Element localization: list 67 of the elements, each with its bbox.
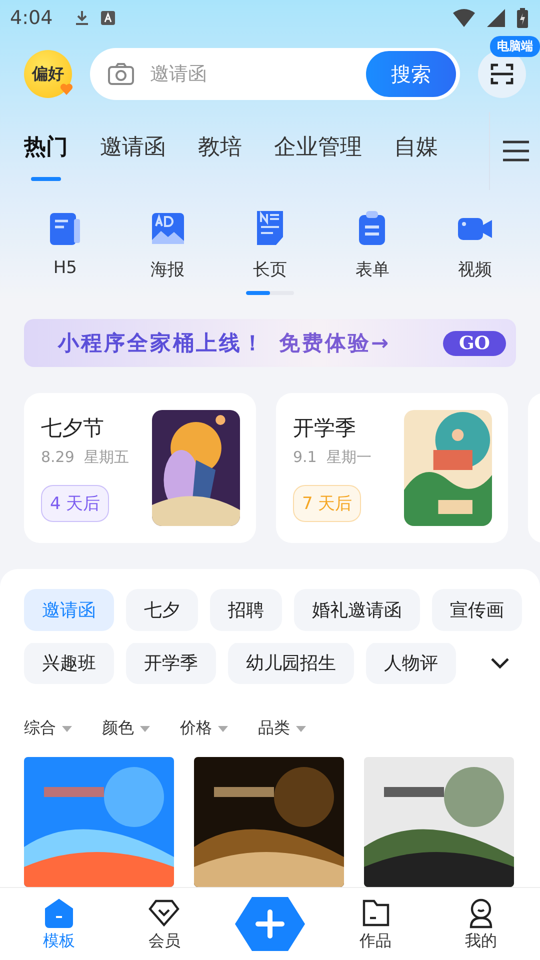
- event-date: 9.1 星期一: [293, 448, 372, 467]
- signal-icon: [487, 9, 505, 27]
- preference-button[interactable]: 偏好: [24, 50, 72, 98]
- event-card[interactable]: 开学季 9.1 星期一 7 天后: [276, 393, 508, 543]
- type-item[interactable]: 表单: [337, 210, 408, 281]
- keyboard-icon: [100, 11, 115, 25]
- wifi-icon: [453, 9, 475, 27]
- search-button[interactable]: 搜索: [366, 51, 456, 97]
- event-title: 七夕节: [41, 415, 105, 442]
- status-time: 4:04: [10, 7, 53, 29]
- category-tab[interactable]: 教培: [198, 120, 242, 182]
- plus-icon: [234, 896, 306, 952]
- type-item[interactable]: 视频: [440, 210, 510, 281]
- category-tab[interactable]: 自媒: [394, 120, 450, 182]
- camera-icon: [108, 63, 134, 85]
- event-card[interactable]: 七夕节 8.29 星期五 4 天后: [24, 393, 256, 543]
- tag-chip[interactable]: 人物评: [366, 642, 456, 684]
- type-label: 视频: [458, 259, 492, 281]
- page-indicator: [246, 291, 294, 295]
- category-tab[interactable]: 企业管理: [274, 120, 362, 182]
- create-button[interactable]: [234, 896, 305, 952]
- battery-icon: [517, 8, 528, 28]
- nav-item[interactable]: 作品: [340, 896, 411, 952]
- countdown-badge: 7 天后: [293, 485, 362, 522]
- type-label: H5: [53, 258, 77, 278]
- filter-dropdown[interactable]: 品类: [258, 718, 306, 739]
- document-icon: [48, 210, 82, 246]
- menu-icon[interactable]: [502, 140, 530, 162]
- tag-chip[interactable]: 开学季: [126, 642, 216, 684]
- banner-text: 小程序全家桶上线！: [58, 330, 265, 357]
- tag-chip[interactable]: 兴趣班: [24, 642, 114, 684]
- filter-dropdown[interactable]: 综合: [24, 718, 72, 739]
- type-item[interactable]: 海报: [132, 210, 203, 281]
- type-label: 表单: [355, 259, 390, 281]
- nav-item[interactable]: 我的: [446, 896, 516, 952]
- type-label: 长页: [252, 259, 287, 281]
- banner-link: 免费体验→: [279, 330, 391, 357]
- heart-icon: [60, 83, 73, 95]
- caret-down-icon: [218, 726, 228, 732]
- image-icon: [150, 210, 185, 246]
- scan-button[interactable]: [478, 50, 526, 98]
- promo-banner[interactable]: 小程序全家桶上线！ 免费体验→ GO: [24, 319, 516, 367]
- tag-chip[interactable]: 婚礼邀请函: [294, 589, 420, 630]
- desktop-badge[interactable]: 电脑端: [490, 36, 540, 57]
- home-icon: [42, 896, 75, 928]
- nav-item[interactable]: 模板: [24, 896, 94, 952]
- nav-item[interactable]: 会员: [129, 896, 200, 952]
- tag-chip[interactable]: 幼儿园招生: [228, 642, 354, 684]
- caret-down-icon: [140, 726, 150, 732]
- tag-chip[interactable]: 招聘: [210, 589, 282, 630]
- event-date: 8.29 星期五: [41, 448, 129, 467]
- category-tab[interactable]: 邀请函: [100, 120, 166, 182]
- type-item[interactable]: 长页: [234, 210, 305, 281]
- scan-icon: [490, 63, 514, 85]
- tag-chip[interactable]: 七夕: [126, 589, 198, 630]
- filter-dropdown[interactable]: 价格: [180, 718, 228, 739]
- caret-down-icon: [62, 726, 72, 732]
- countdown-badge: 4 天后: [41, 485, 110, 522]
- caret-down-icon: [296, 726, 306, 732]
- go-button[interactable]: GO: [442, 330, 506, 356]
- type-item[interactable]: H5: [30, 210, 100, 281]
- filter-dropdown[interactable]: 颜色: [102, 718, 150, 739]
- type-label: 海报: [150, 259, 185, 281]
- event-title: 开学季: [293, 415, 357, 442]
- download-icon: [74, 10, 89, 26]
- tag-chip[interactable]: 宣传画: [432, 589, 522, 630]
- search-field[interactable]: 邀请函 搜索: [90, 48, 460, 100]
